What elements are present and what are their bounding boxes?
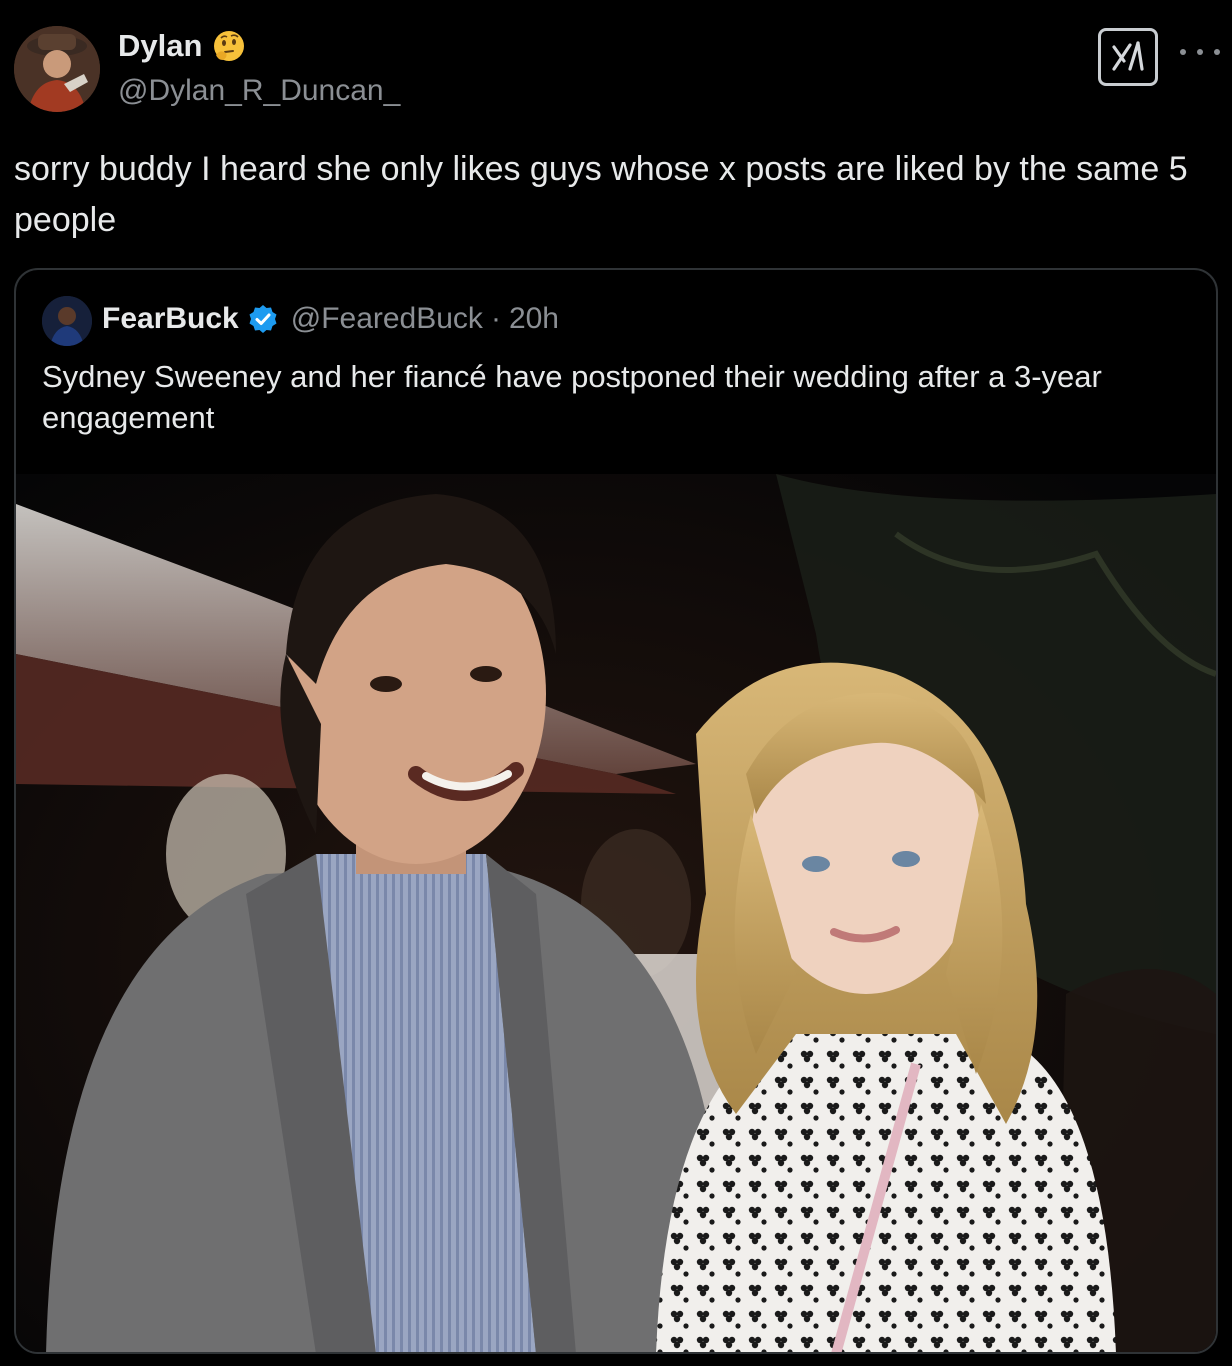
author-handle[interactable]: @Dylan_R_Duncan_ bbox=[118, 74, 400, 108]
quoted-post[interactable]: FearBuck @FearedBuck · 20h Sydney Sweene… bbox=[14, 268, 1218, 1354]
author-avatar[interactable] bbox=[14, 26, 100, 112]
quoted-timestamp[interactable]: 20h bbox=[509, 302, 559, 336]
quoted-post-text: Sydney Sweeney and her fiancé have postp… bbox=[42, 359, 1102, 435]
post-text: sorry buddy I heard she only likes guys … bbox=[14, 150, 1188, 239]
verified-badge-icon bbox=[249, 305, 277, 333]
quoted-author-name[interactable]: FearBuck bbox=[102, 302, 239, 336]
quoted-author-row: FearBuck @FearedBuck · 20h bbox=[102, 302, 559, 336]
quoted-author-avatar[interactable] bbox=[42, 296, 92, 346]
post: Dylan @Dylan_R_Duncan_ sorry buddy I hea… bbox=[0, 0, 1232, 1366]
grok-button[interactable] bbox=[1098, 28, 1158, 86]
author-name-row: Dylan bbox=[118, 28, 246, 64]
thinking-face-icon bbox=[214, 31, 245, 61]
quoted-post-photo[interactable] bbox=[16, 474, 1216, 1352]
more-options-button[interactable] bbox=[1180, 42, 1220, 62]
quoted-author-handle[interactable]: @FearedBuck bbox=[291, 302, 483, 336]
more-horizontal-icon-dot bbox=[1214, 49, 1220, 55]
author-name[interactable]: Dylan bbox=[118, 28, 202, 64]
grok-icon bbox=[1112, 41, 1144, 71]
more-horizontal-icon bbox=[1180, 49, 1186, 55]
separator-dot: · bbox=[490, 302, 501, 335]
more-horizontal-icon-dot bbox=[1197, 49, 1203, 55]
